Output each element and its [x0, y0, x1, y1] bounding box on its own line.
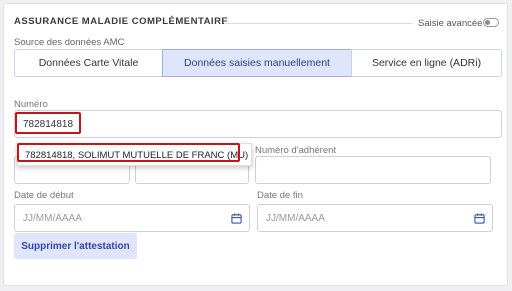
calendar-icon[interactable] — [474, 213, 485, 224]
calendar-icon[interactable] — [231, 213, 242, 224]
source-label: Source des données AMC — [14, 37, 125, 48]
date-debut-label: Date de début — [14, 190, 74, 201]
numero-label: Numéro — [14, 99, 48, 110]
date-debut-input[interactable]: JJ/MM/AAAA — [14, 204, 250, 232]
amc-card: ASSURANCE MALADIE COMPLÉMENTAIRE Saisie … — [3, 3, 508, 286]
section-divider — [224, 23, 412, 24]
date-fin-label: Date de fin — [257, 190, 303, 201]
source-option-manual[interactable]: Données saisies manuellement — [162, 49, 352, 77]
adherent-input[interactable] — [255, 156, 491, 184]
adherent-label: Numéro d'adhérent — [255, 145, 337, 156]
date-fin-input[interactable]: JJ/MM/AAAA — [257, 204, 493, 232]
source-option-adri[interactable]: Service en ligne (ADRi) — [351, 49, 502, 77]
date-fin-placeholder: JJ/MM/AAAA — [266, 212, 325, 224]
suggestion-highlight — [17, 143, 240, 162]
numero-input[interactable]: 782814818 — [14, 110, 502, 138]
numero-highlight — [15, 112, 81, 134]
date-debut-placeholder: JJ/MM/AAAA — [23, 212, 82, 224]
source-option-carte-vitale[interactable]: Données Carte Vitale — [14, 49, 163, 77]
advanced-entry-toggle[interactable] — [483, 18, 499, 27]
section-title: ASSURANCE MALADIE COMPLÉMENTAIRE — [14, 16, 229, 27]
advanced-entry-label: Saisie avancée — [418, 18, 483, 29]
toggle-knob — [485, 20, 490, 25]
delete-attestation-button[interactable]: Supprimer l'attestation — [14, 233, 137, 259]
